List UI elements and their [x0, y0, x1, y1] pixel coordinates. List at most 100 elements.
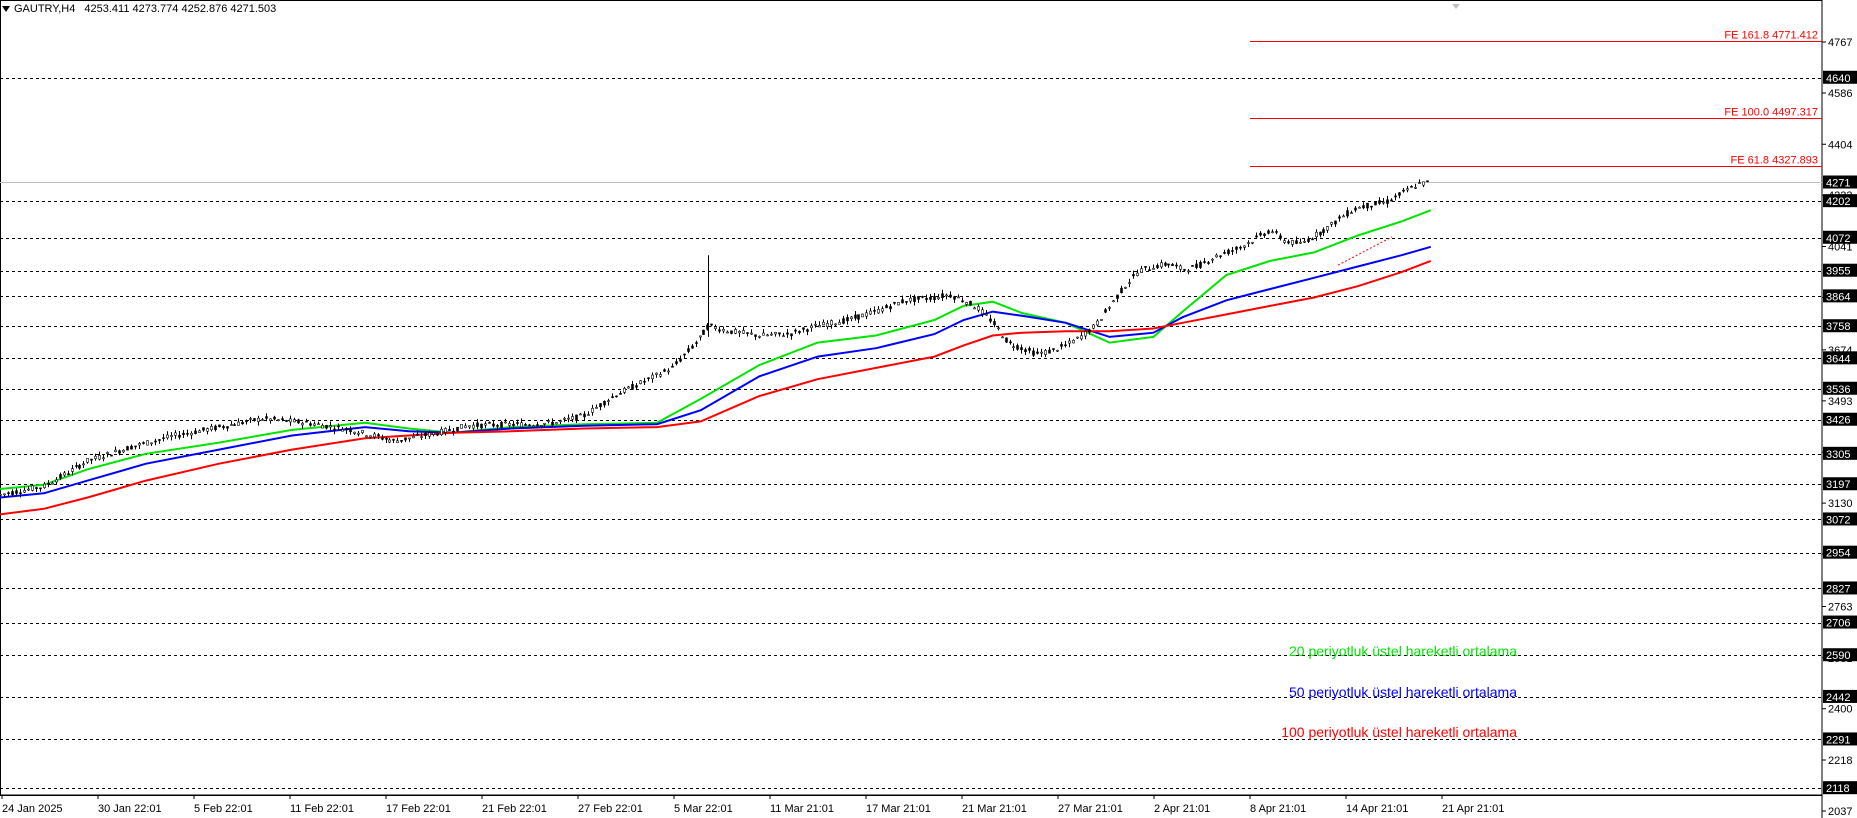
candle-body: [695, 342, 698, 344]
price-chart[interactable]: FE 61.8 4327.893 FE 100.0 4497.317 FE 161.…: [0, 0, 1857, 818]
candle-body: [881, 308, 884, 312]
x-tick-label: 24 Jan 2025: [2, 803, 63, 815]
candle-body: [830, 320, 833, 326]
candle-body: [810, 325, 813, 329]
candle-body: [941, 293, 944, 299]
candle-body: [1064, 344, 1067, 347]
candle-body: [945, 294, 948, 297]
candle-body: [683, 353, 686, 356]
candle-body: [985, 313, 988, 316]
candle-body: [186, 432, 189, 435]
candle-body: [337, 425, 340, 428]
fibo-label: FE 100.0 4497.317: [1724, 107, 1818, 119]
candle-body: [59, 474, 62, 479]
level-price-label: 3426: [1826, 415, 1850, 427]
level-price-label: 2954: [1826, 548, 1850, 560]
candle-body: [464, 425, 467, 429]
candle-body: [1386, 199, 1389, 204]
candle-body: [1362, 205, 1365, 209]
candle-body: [675, 361, 678, 364]
dropdown-triangle-icon[interactable]: [2, 6, 10, 13]
candle-body: [7, 492, 10, 494]
level-price-label: 2590: [1826, 650, 1850, 662]
candle-body: [1390, 199, 1393, 202]
candle-body: [1179, 265, 1182, 270]
candle-body: [1338, 216, 1341, 219]
candle-body: [1315, 231, 1318, 238]
candle-body: [623, 388, 626, 393]
candle-body: [869, 310, 872, 315]
candle-body: [758, 336, 761, 338]
candle-body: [583, 413, 586, 418]
candle-body: [790, 333, 793, 337]
candle-body: [551, 421, 554, 426]
candle-body: [281, 418, 284, 420]
candle-body: [1203, 261, 1206, 263]
candle-body: [826, 323, 829, 327]
candle-body: [555, 422, 558, 425]
candle-body: [877, 308, 880, 314]
candle-body: [1056, 349, 1059, 352]
level-price-label: 3536: [1826, 384, 1850, 396]
candle-body: [1001, 336, 1004, 339]
candle-body: [861, 313, 864, 318]
candle-body: [603, 400, 606, 406]
candle-body: [468, 425, 471, 428]
candle-body: [94, 455, 97, 459]
candle-body: [1279, 235, 1282, 239]
candle-body: [714, 326, 717, 330]
candle-body: [532, 425, 535, 428]
candle-body: [361, 429, 364, 433]
candle-body: [814, 323, 817, 326]
candle-body: [150, 442, 153, 445]
candle-body: [75, 465, 78, 467]
candle-body: [1028, 348, 1031, 351]
candle-body: [973, 307, 976, 310]
candle-body: [1009, 341, 1012, 344]
candle-body: [766, 334, 769, 337]
candle-body: [738, 331, 741, 334]
candle-body: [1100, 319, 1103, 321]
candle-body: [1422, 181, 1425, 186]
candle-body: [794, 329, 797, 332]
candle-body: [400, 440, 403, 442]
candle-body: [67, 473, 70, 476]
candle-body: [1191, 265, 1194, 267]
candle-body: [420, 436, 423, 438]
candle-body: [1076, 336, 1079, 339]
candle-body: [536, 424, 539, 427]
candle-body: [373, 433, 376, 438]
candle-body: [321, 425, 324, 429]
candle-body: [381, 437, 384, 440]
level-price-label: 2706: [1826, 618, 1850, 630]
candle-body: [1167, 263, 1170, 266]
candle-body: [1342, 215, 1345, 218]
current-price-label: 4271: [1826, 178, 1850, 190]
candle-body: [615, 395, 618, 398]
candle-body: [329, 425, 332, 428]
candle-body: [365, 435, 368, 438]
candle-body: [1128, 282, 1131, 284]
candle-body: [671, 365, 674, 368]
candle-body: [285, 419, 288, 422]
candle-body: [726, 331, 729, 334]
candle-body: [440, 428, 443, 436]
level-price-label: 4072: [1826, 233, 1850, 245]
candle-body: [178, 434, 181, 438]
y-tick-label: 2037: [1828, 806, 1852, 818]
x-tick-label: 21 Feb 22:01: [482, 803, 547, 815]
candle-body: [953, 296, 956, 300]
candle-body: [190, 432, 193, 436]
x-tick-label: 17 Mar 21:01: [866, 803, 931, 815]
candle-body: [770, 333, 773, 336]
candle-body: [1406, 188, 1409, 191]
candle-body: [687, 348, 690, 352]
candle-body: [1164, 262, 1167, 266]
candle-body: [547, 420, 550, 422]
candle-body: [55, 479, 58, 483]
candle-body: [734, 329, 737, 334]
candle-body: [1239, 246, 1242, 249]
candle-body: [309, 423, 312, 426]
candle-body: [1330, 222, 1333, 225]
candle-body: [1211, 258, 1214, 261]
